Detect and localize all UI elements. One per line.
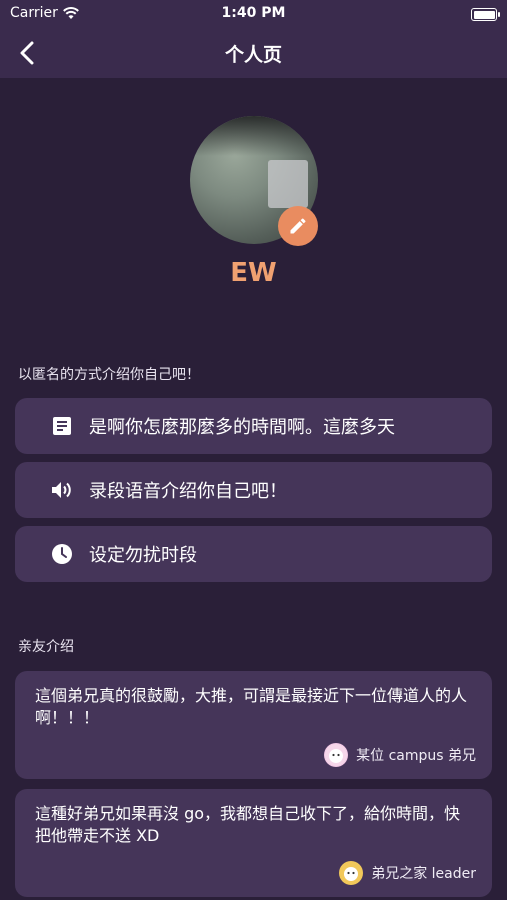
- avatar-container: [190, 116, 318, 246]
- battery-icon: [471, 8, 500, 21]
- profile-name: EW: [230, 258, 277, 288]
- voice-intro-button[interactable]: 录段语音介绍你自己吧！: [15, 462, 492, 518]
- recommendation-text: 這個弟兄真的很鼓勵，大推，可謂是最接近下一位傳道人的人啊！！！: [35, 686, 468, 727]
- intro-text-button[interactable]: 是啊你怎麼那麼多的時間啊。這麼多天: [15, 398, 492, 454]
- status-time: 1:40 PM: [221, 5, 286, 21]
- page-title: 个人页: [224, 44, 282, 66]
- friend-recommendation-card: 這個弟兄真的很鼓勵，大推，可謂是最接近下一位傳道人的人啊！！！ 某位 campu…: [15, 671, 492, 779]
- author-name: 某位 campus 弟兄: [356, 748, 476, 764]
- status-bar: Carrier 1:40 PM: [0, 0, 507, 28]
- do-not-disturb-button[interactable]: 设定勿扰时段: [15, 526, 492, 582]
- author-avatar-icon: [324, 743, 349, 767]
- voice-intro-label: 录段语音介绍你自己吧！: [89, 481, 287, 502]
- nav-bar: 个人页: [0, 28, 507, 78]
- intro-section-label: 以匿名的方式介绍你自己吧！: [18, 367, 200, 383]
- friends-section-label: 亲友介绍: [18, 639, 74, 655]
- edit-avatar-button[interactable]: [278, 206, 318, 246]
- author-avatar-icon: [339, 861, 364, 885]
- recommendation-author: 弟兄之家 leader: [339, 861, 476, 885]
- friend-recommendation-card: 這種好弟兄如果再沒 go，我都想自己收下了，給你時間，快把他帶走不送 XD 弟兄…: [15, 789, 492, 897]
- clock-icon: [51, 543, 73, 565]
- pencil-icon: [290, 218, 306, 234]
- intro-text-label: 是啊你怎麼那麼多的時間啊。這麼多天: [89, 417, 395, 438]
- speaker-icon: [51, 479, 73, 501]
- note-icon: [51, 415, 73, 437]
- author-name: 弟兄之家 leader: [371, 866, 476, 882]
- recommendation-text: 這種好弟兄如果再沒 go，我都想自己收下了，給你時間，快把他帶走不送 XD: [35, 804, 461, 845]
- recommendation-author: 某位 campus 弟兄: [324, 743, 476, 767]
- do-not-disturb-label: 设定勿扰时段: [89, 545, 197, 566]
